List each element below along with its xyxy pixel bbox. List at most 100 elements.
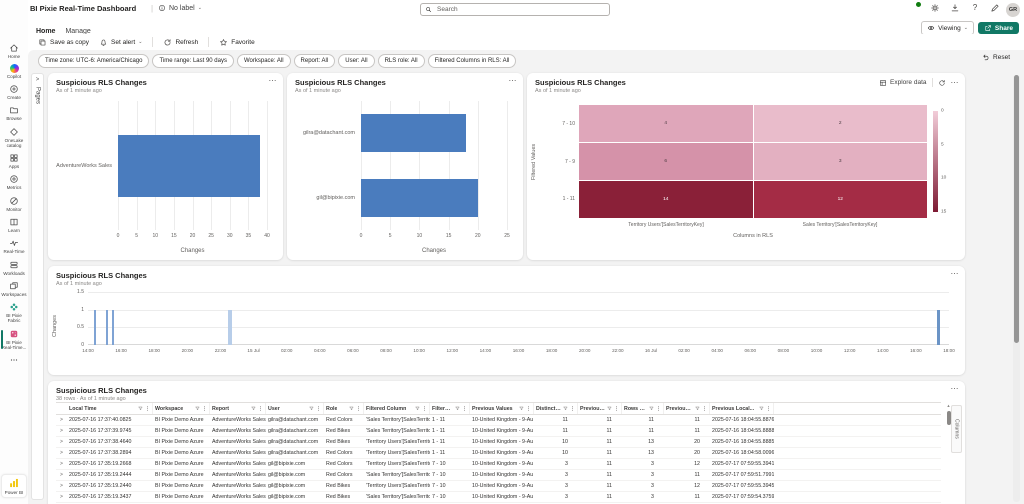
- sidebar-item-create[interactable]: Create: [0, 82, 28, 103]
- time-bar[interactable]: [94, 310, 96, 345]
- table-row[interactable]: >2025-07-16 17:37:40.0825BI Pixie Demo A…: [56, 415, 941, 426]
- sidebar-item-browse[interactable]: Browse: [0, 103, 28, 124]
- sensitivity-label[interactable]: No label ⌄: [158, 4, 202, 12]
- download-icon[interactable]: [950, 3, 960, 13]
- toolbar-save-as-copy-button[interactable]: Save as copy: [38, 38, 89, 47]
- column-menu-icon[interactable]: ⋮: [316, 406, 321, 412]
- column-header-previous-local[interactable]: Previous Local...⋮: [710, 403, 774, 414]
- column-header-previous-distin[interactable]: Previous Distin...⋮: [578, 403, 622, 414]
- time-bar[interactable]: [106, 310, 108, 345]
- account-avatar[interactable]: GR: [1006, 3, 1020, 17]
- reset-filters-button[interactable]: Reset: [982, 50, 1010, 64]
- column-header-filtered-val[interactable]: Filtered Val...⋮: [430, 403, 470, 414]
- sidebar-item-bi-pixie-fabric[interactable]: BI Pixie Fabric: [0, 300, 28, 327]
- expand-row-icon[interactable]: >: [60, 417, 63, 423]
- bar-chart-by-report[interactable]: 0510152025303540AdventureWorks SalesChan…: [56, 99, 273, 254]
- filter-pill[interactable]: Filtered Columns in RLS: All: [428, 54, 517, 68]
- column-header-report[interactable]: Report⋮: [210, 403, 266, 414]
- table-row[interactable]: >2025-07-16 17:35:19.2668BI Pixie Demo A…: [56, 459, 941, 470]
- filter-pill[interactable]: Time range: Last 90 days: [152, 54, 233, 68]
- expand-row-icon[interactable]: >: [60, 439, 63, 445]
- heatmap-cell[interactable]: 4: [579, 105, 753, 142]
- sidebar-item-onelake-catalog[interactable]: OneLake catalog: [0, 124, 28, 151]
- column-menu-icon[interactable]: ⋮: [702, 406, 707, 412]
- expand-row-icon[interactable]: >: [60, 494, 63, 500]
- pages-panel-collapsed[interactable]: > Pages: [31, 73, 44, 500]
- column-header-user[interactable]: User⋮: [266, 403, 324, 414]
- table-row[interactable]: >2025-07-16 17:35:19.2440BI Pixie Demo A…: [56, 481, 941, 492]
- more-options-icon[interactable]: ⋯: [951, 271, 960, 277]
- table-row[interactable]: >2025-07-16 17:37:38.4640BI Pixie Demo A…: [56, 437, 941, 448]
- column-menu-icon[interactable]: ⋮: [202, 406, 207, 412]
- scrollbar-thumb[interactable]: [947, 411, 951, 425]
- column-menu-icon[interactable]: ⋮: [258, 406, 263, 412]
- more-options-icon[interactable]: ⋯: [509, 78, 518, 84]
- filter-funnel-icon[interactable]: [138, 406, 143, 411]
- heatmap-cell[interactable]: 6: [579, 143, 753, 180]
- filter-funnel-icon[interactable]: [195, 406, 200, 411]
- column-menu-icon[interactable]: ⋮: [614, 406, 619, 412]
- heatmap-cell[interactable]: 2: [754, 105, 928, 142]
- table-row[interactable]: >2025-07-16 17:37:38.2894BI Pixie Demo A…: [56, 448, 941, 459]
- time-bar[interactable]: [112, 310, 114, 345]
- global-search[interactable]: [420, 3, 610, 16]
- filter-pill[interactable]: User: All: [338, 54, 374, 68]
- bar-gil-bipixie-com[interactable]: [361, 179, 478, 217]
- filter-funnel-icon[interactable]: [415, 406, 420, 411]
- heatmap-cell[interactable]: 14: [579, 181, 753, 218]
- help-icon[interactable]: ?: [970, 3, 980, 13]
- column-menu-icon[interactable]: ⋮: [145, 406, 150, 412]
- notifications-icon[interactable]: [910, 3, 920, 13]
- expand-pages-icon[interactable]: >: [36, 77, 40, 83]
- column-menu-icon[interactable]: ⋮: [462, 406, 467, 412]
- column-header-rows-filtered[interactable]: Rows Filtered⋮: [622, 403, 664, 414]
- more-options-icon[interactable]: ⋯: [951, 386, 960, 392]
- page-scrollbar-thumb[interactable]: [1014, 75, 1019, 343]
- sidebar-item-workspaces[interactable]: Workspaces: [0, 278, 28, 299]
- rls-changes-table[interactable]: Local Time⋮Workspace⋮Report⋮User⋮Role⋮Fi…: [56, 402, 941, 504]
- column-header-workspace[interactable]: Workspace⋮: [153, 403, 210, 414]
- product-switcher-power-bi[interactable]: Power BI: [1, 474, 27, 498]
- filter-funnel-icon[interactable]: [695, 406, 700, 411]
- table-row[interactable]: >2025-07-16 17:37:39.9745BI Pixie Demo A…: [56, 426, 941, 437]
- heatmap-cell[interactable]: 3: [754, 143, 928, 180]
- time-bar[interactable]: [228, 310, 232, 345]
- more-options-icon[interactable]: ⋯: [951, 80, 960, 86]
- column-menu-icon[interactable]: ⋮: [766, 406, 771, 412]
- filter-pill[interactable]: Report: All: [294, 54, 336, 68]
- filter-funnel-icon[interactable]: [607, 406, 612, 411]
- column-header-previous-values[interactable]: Previous Values⋮: [470, 403, 534, 414]
- column-menu-icon[interactable]: ⋮: [656, 406, 661, 412]
- column-header-previous-rows[interactable]: Previous Rows ...⋮: [664, 403, 710, 414]
- sidebar-item-bi-pixie-real-time[interactable]: BI Pixie Real-Time...: [0, 326, 28, 353]
- filter-funnel-icon[interactable]: [309, 406, 314, 411]
- explore-data-button[interactable]: Explore data: [879, 79, 927, 87]
- filter-funnel-icon[interactable]: [349, 406, 354, 411]
- sidebar-item-real-time[interactable]: Real-Time: [0, 236, 28, 257]
- bar-chart-by-user[interactable]: 0510152025gilra@datachant.comgil@bipixie…: [295, 99, 513, 254]
- sidebar-item-more[interactable]: [0, 353, 28, 368]
- toolbar-favorite-button[interactable]: Favorite: [219, 38, 254, 47]
- sidebar-item-apps[interactable]: Apps: [0, 151, 28, 172]
- filter-funnel-icon[interactable]: [649, 406, 654, 411]
- column-header-distinct-count[interactable]: Distinct Count⋮: [534, 403, 578, 414]
- expand-row-icon[interactable]: >: [60, 450, 63, 456]
- refresh-visual-icon[interactable]: [938, 79, 946, 87]
- filter-funnel-icon[interactable]: [251, 406, 256, 411]
- sidebar-item-metrics[interactable]: Metrics: [0, 172, 28, 193]
- time-series-chart[interactable]: 1.510.5014:0016:0018:0020:0022:0015 Jul0…: [88, 292, 949, 359]
- expand-row-icon[interactable]: >: [60, 472, 63, 478]
- table-row[interactable]: >2025-07-16 17:35:19.3437BI Pixie Demo A…: [56, 492, 941, 503]
- toolbar-refresh-button[interactable]: Refresh: [163, 38, 198, 47]
- viewing-mode-button[interactable]: Viewing ⌄: [921, 21, 974, 35]
- column-header-filtered-column[interactable]: Filtered Column⋮: [364, 403, 430, 414]
- sidebar-item-home[interactable]: Home: [0, 40, 28, 61]
- feedback-pencil-icon[interactable]: [990, 3, 1000, 13]
- table-row[interactable]: >2025-07-16 17:35:19.2444BI Pixie Demo A…: [56, 470, 941, 481]
- share-button[interactable]: Share: [978, 22, 1019, 34]
- sidebar-item-learn[interactable]: Learn: [0, 215, 28, 236]
- column-header-local-time[interactable]: Local Time⋮: [67, 403, 153, 414]
- column-menu-icon[interactable]: ⋮: [422, 406, 427, 412]
- heatmap-cell[interactable]: 12: [754, 181, 928, 218]
- bar-gilra-datachant-com[interactable]: [361, 114, 466, 152]
